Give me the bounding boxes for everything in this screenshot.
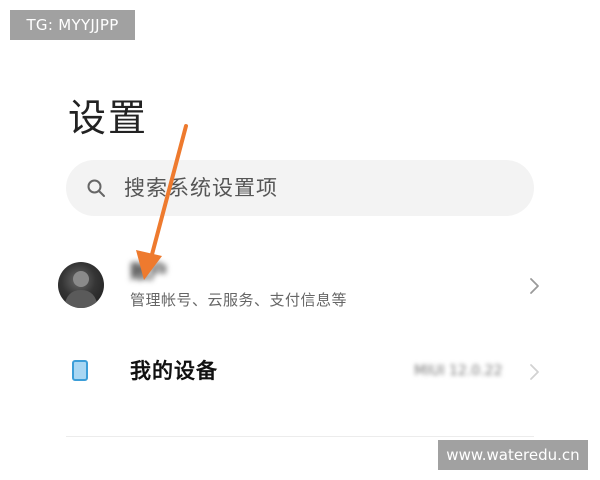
watermark-site: www.wateredu.cn	[438, 440, 588, 470]
divider	[66, 436, 534, 437]
page-title: 设置	[68, 96, 149, 140]
account-name: 账户	[130, 261, 169, 283]
device-version: MIUI 12.0.22	[414, 363, 503, 379]
annotation-arrow-icon	[136, 124, 188, 280]
my-device-row[interactable]: 我的设备 MIUI 12.0.22	[56, 350, 546, 394]
search-icon	[87, 179, 105, 197]
account-description: 管理帐号、云服务、支付信息等	[130, 291, 348, 309]
chevron-right-icon	[530, 278, 539, 294]
my-device-label: 我的设备	[130, 359, 218, 383]
avatar[interactable]	[58, 262, 104, 308]
avatar-image	[64, 271, 98, 308]
watermark-telegram: TG: MYYJJPP	[10, 10, 135, 40]
search-input-placeholder[interactable]: 搜索系统设置项	[124, 174, 278, 202]
phone-icon	[72, 360, 88, 381]
search-bar[interactable]: 搜索系统设置项	[66, 160, 534, 216]
chevron-right-icon	[530, 364, 539, 380]
account-row[interactable]: 账户 管理帐号、云服务、支付信息等	[56, 256, 546, 316]
